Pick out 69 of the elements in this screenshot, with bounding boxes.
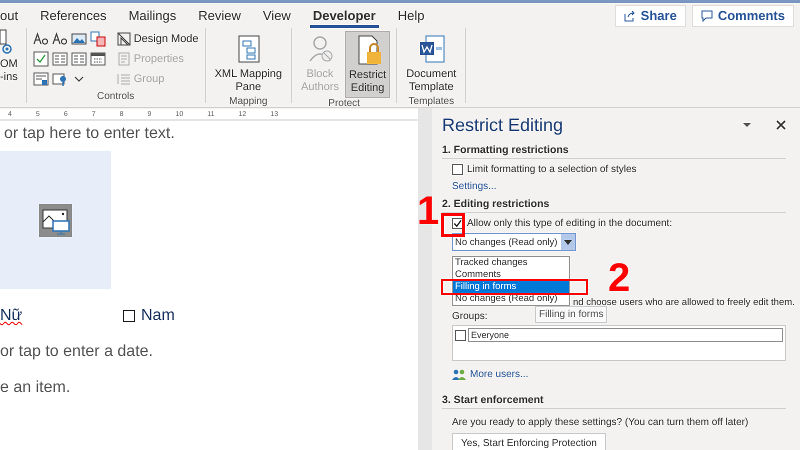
section-heading: 3. Start enforcement	[442, 394, 786, 409]
content-control-prompt[interactable]: or tap here to enter text.	[4, 125, 418, 143]
enforcement-text: Are you ready to apply these settings? (You can turn them off later)	[452, 417, 750, 428]
pane-title: Restrict Editing	[442, 114, 564, 136]
checkbox[interactable]	[452, 164, 463, 175]
start-enforcing-button[interactable]: Yes, Start Enforcing Protection	[452, 433, 606, 450]
section-heading: 1. Formatting restrictions	[442, 144, 786, 159]
dropdown-option[interactable]: Filling in forms	[453, 281, 569, 293]
dropdown-arrow-icon	[564, 240, 572, 244]
exceptions-text: nd choose users who are allowed to freely edit them.	[573, 297, 795, 308]
annotation-box	[441, 213, 465, 237]
picture-placeholder[interactable]	[0, 151, 111, 289]
settings-link[interactable]: Settings...	[452, 181, 496, 192]
ribbon-tab[interactable]: Mailings	[118, 3, 188, 28]
ribbon-tab[interactable]: View	[252, 3, 302, 28]
ribbon-button[interactable]: Document Template	[403, 31, 460, 96]
group-icon	[116, 72, 131, 86]
dropdown-option[interactable]: Tracked changes	[453, 257, 569, 269]
text-format-icon	[52, 31, 68, 47]
group-label: Templates	[408, 96, 456, 108]
legacy-form-icon	[32, 71, 49, 87]
image-icon	[70, 31, 87, 47]
group-label: Controls	[96, 91, 136, 103]
group-label: Mapping	[228, 96, 268, 108]
annotation-number: 2	[608, 262, 630, 294]
share-icon	[624, 10, 636, 22]
tooltip: Filling in forms	[535, 306, 608, 323]
comments-button[interactable]: Comments	[692, 4, 794, 26]
ribbon-tab[interactable]: Review	[187, 3, 252, 28]
share-button[interactable]: Share	[614, 4, 686, 26]
people-icon	[452, 369, 466, 380]
combo-box-icon	[52, 51, 68, 67]
text-format-icon	[32, 31, 49, 47]
group-label: Protect	[327, 98, 361, 110]
option-label: Nữ	[0, 307, 22, 325]
ribbon-command[interactable]: Design Mode	[116, 31, 199, 47]
annotation-number: 1	[417, 195, 440, 227]
group-name[interactable]: Everyone	[468, 328, 783, 342]
more-users-link[interactable]: More users...	[470, 369, 528, 380]
editing-type-dropdown[interactable]: No changes (Read only)	[452, 233, 576, 251]
date-picker-icon	[90, 51, 106, 67]
dropdown-option[interactable]: Comments	[453, 269, 569, 281]
dropdown-caret-icon[interactable]	[742, 122, 752, 128]
close-icon[interactable]	[776, 120, 786, 130]
ribbon-tab[interactable]: Developer	[302, 3, 387, 28]
ribbon-tab[interactable]: out	[0, 3, 30, 28]
checkbox-label: Allow only this type of editing in the document:	[467, 218, 672, 229]
ruler-triangle-icon	[116, 32, 131, 46]
building-block-icon	[90, 31, 106, 47]
checkbox[interactable]	[455, 330, 466, 340]
comment-icon	[700, 10, 713, 22]
date-picker-prompt[interactable]: or tap to enter a date.	[0, 343, 418, 361]
legacy-tools-icon	[52, 71, 68, 87]
drop-down-list-icon	[70, 51, 87, 67]
checkbox[interactable]	[452, 218, 463, 229]
ribbon-button[interactable]: Restrict Editing	[344, 31, 390, 98]
properties-icon	[116, 52, 131, 66]
check-box-icon	[32, 51, 49, 67]
option-label: Nam	[141, 307, 175, 325]
checkbox[interactable]	[123, 310, 135, 322]
ribbon-tab[interactable]: References	[29, 3, 118, 28]
section-heading: 2. Editing restrictions	[442, 198, 786, 213]
ribbon-button[interactable]: XML Mapping Pane	[212, 31, 286, 96]
dropdown-prompt[interactable]: e an item.	[0, 379, 418, 397]
ribbon-tab[interactable]: Help	[386, 3, 436, 28]
insert-picture-icon	[39, 204, 72, 236]
com-addins-label[interactable]: OM -ins	[0, 58, 18, 84]
checkbox-label: Limit formatting to a selection of styles	[467, 164, 637, 175]
groups-label: Groups:	[452, 311, 488, 322]
